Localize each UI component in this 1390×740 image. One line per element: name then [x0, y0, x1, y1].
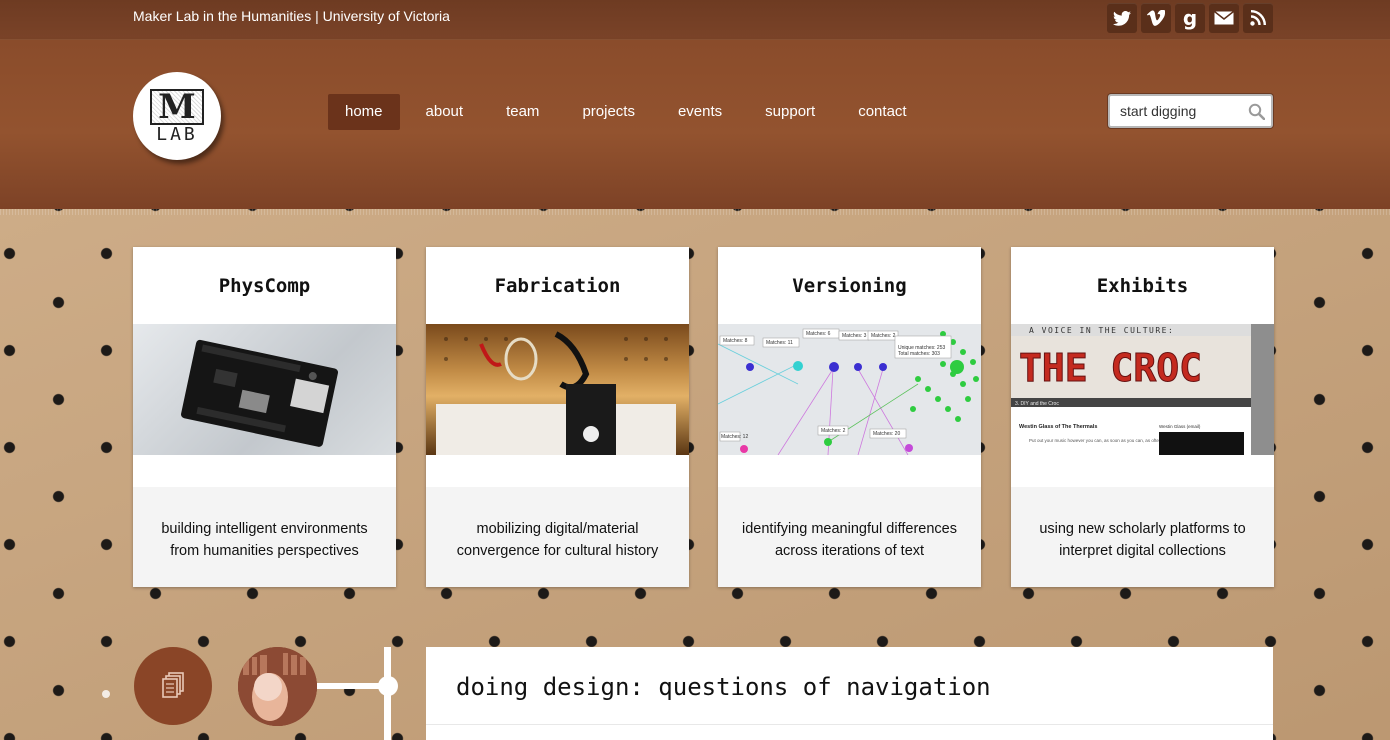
card-title[interactable]: PhysComp — [133, 247, 396, 324]
svg-text:3. DIY and the Croc: 3. DIY and the Croc — [1015, 401, 1059, 407]
card-title[interactable]: Versioning — [718, 247, 981, 324]
svg-text:Matches: 3: Matches: 3 — [842, 333, 867, 339]
timeline-dot — [378, 676, 398, 696]
post-divider — [426, 724, 1273, 725]
card-title[interactable]: Exhibits — [1011, 247, 1274, 324]
nav-support[interactable]: support — [748, 94, 832, 130]
card-description: mobilizing digital/material convergence … — [456, 521, 659, 559]
email-icon[interactable] — [1209, 3, 1239, 33]
svg-text:Matches: 2: Matches: 2 — [821, 428, 846, 434]
svg-text:Total matches: 303: Total matches: 303 — [898, 351, 940, 357]
goodreads-icon[interactable]: g — [1175, 3, 1205, 33]
site-header: M LAB home about team projects events su… — [0, 40, 1390, 209]
card-description: using new scholarly platforms to interpr… — [1039, 521, 1246, 559]
nav-events[interactable]: events — [661, 94, 739, 130]
timeline-connector — [317, 683, 387, 689]
card-description: building intelligent environments from h… — [161, 521, 368, 559]
svg-text:Westin Glass (email): Westin Glass (email) — [1159, 424, 1201, 429]
nav-team[interactable]: team — [489, 94, 556, 130]
main-nav: home about team projects events support … — [328, 94, 933, 130]
svg-text:Matches: 11: Matches: 11 — [766, 340, 793, 346]
site-title[interactable]: Maker Lab in the Humanities | University… — [133, 8, 450, 24]
svg-text:Matches: 12: Matches: 12 — [721, 434, 748, 440]
svg-text:THE CROC: THE CROC — [1019, 346, 1202, 390]
top-bar: Maker Lab in the Humanities | University… — [0, 0, 1390, 40]
timeline-marker — [102, 690, 110, 698]
card-description: identifying meaningful differences acros… — [742, 521, 957, 559]
exhibit-screenshot-image[interactable]: A VOICE IN THE CULTURE: THE CROC 3. DIY … — [1011, 324, 1274, 455]
document-stack-icon — [162, 672, 184, 698]
vimeo-icon[interactable] — [1141, 3, 1171, 33]
card-versioning[interactable]: Versioning Matches: 8 Matches: 11 Matche… — [718, 247, 981, 587]
arduino-board-image[interactable] — [133, 324, 396, 455]
svg-text:Matches: 8: Matches: 8 — [723, 338, 748, 344]
search-icon[interactable] — [1248, 103, 1265, 120]
svg-text:Matches: 6: Matches: 6 — [806, 331, 831, 337]
card-fabrication[interactable]: Fabrication mobilizing digital/material … — [426, 247, 689, 587]
author-avatar[interactable] — [238, 647, 317, 726]
card-physcomp[interactable]: PhysComp building intelligent environmen… — [133, 247, 396, 587]
social-links: g — [1107, 3, 1273, 33]
nav-projects[interactable]: projects — [565, 94, 652, 130]
search-box — [1108, 94, 1273, 128]
svg-text:Matches: 2: Matches: 2 — [871, 333, 896, 339]
post-type-icon[interactable] — [134, 647, 212, 725]
nav-home[interactable]: home — [328, 94, 400, 130]
logo-m: M — [150, 88, 204, 125]
logo-lab: LAB — [156, 123, 198, 145]
search-input[interactable] — [1120, 96, 1245, 126]
card-title[interactable]: Fabrication — [426, 247, 689, 324]
nav-contact[interactable]: contact — [841, 94, 923, 130]
svg-text:Matches: 20: Matches: 20 — [873, 431, 900, 437]
svg-text:Westin Glass of The Thermals: Westin Glass of The Thermals — [1019, 424, 1097, 430]
rss-icon[interactable] — [1243, 3, 1273, 33]
card-exhibits[interactable]: Exhibits A VOICE IN THE CULTURE: THE CRO… — [1011, 247, 1274, 587]
post-title[interactable]: doing design: questions of navigation — [456, 673, 991, 701]
nav-about[interactable]: about — [409, 94, 481, 130]
twitter-icon[interactable] — [1107, 3, 1137, 33]
maker-lab-logo[interactable]: M LAB — [133, 72, 221, 160]
3d-printer-image[interactable] — [426, 324, 689, 455]
post-card[interactable]: doing design: questions of navigation — [426, 647, 1273, 740]
versioning-graph-image[interactable]: Matches: 8 Matches: 11 Matches: 6 Matche… — [718, 324, 981, 455]
svg-text:A VOICE IN THE CULTURE:: A VOICE IN THE CULTURE: — [1029, 326, 1174, 335]
